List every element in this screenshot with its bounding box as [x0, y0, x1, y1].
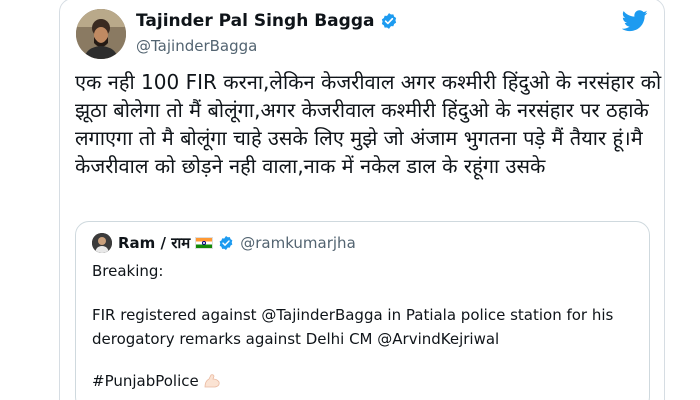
author-handle[interactable]: @TajinderBagga [136, 37, 257, 55]
twitter-bird-icon[interactable] [621, 10, 648, 32]
verified-badge-icon [380, 12, 398, 30]
quoted-text-line: derogatory remarks against Delhi CM @Arv… [92, 330, 500, 348]
author-name-text[interactable]: Tajinder Pal Singh Bagga [136, 11, 374, 31]
quoted-author-avatar[interactable] [92, 233, 112, 253]
tweet-screenshot: Tajinder Pal Singh Bagga @TajinderBagga … [0, 0, 700, 400]
quoted-text-breaking: Breaking: [92, 262, 164, 280]
quoted-avatar-photo [92, 233, 112, 253]
flexed-biceps-icon [203, 373, 221, 389]
avatar-photo [76, 9, 126, 59]
quoted-tweet[interactable]: Ram / राम @ramkumarjha Breaking: FIR reg… [75, 221, 650, 400]
verified-badge-icon [218, 235, 234, 251]
quoted-author-handle[interactable]: @ramkumarjha [240, 234, 356, 252]
india-flag-icon [195, 237, 214, 249]
quoted-text-line: FIR registered against @TajinderBagga in… [92, 306, 614, 324]
tweet-text: एक नही 100 FIR करना,लेकिन केजरीवाल अगर क… [75, 70, 662, 178]
quoted-author-name[interactable]: Ram / राम @ramkumarjha [118, 233, 356, 253]
author-name[interactable]: Tajinder Pal Singh Bagga [136, 11, 398, 31]
author-avatar[interactable] [76, 9, 126, 59]
quoted-author-name-text[interactable]: Ram / राम [118, 233, 190, 253]
hashtag-link[interactable]: #PunjabPolice [92, 372, 199, 390]
quoted-hashtag-line: #PunjabPolice [92, 370, 221, 392]
